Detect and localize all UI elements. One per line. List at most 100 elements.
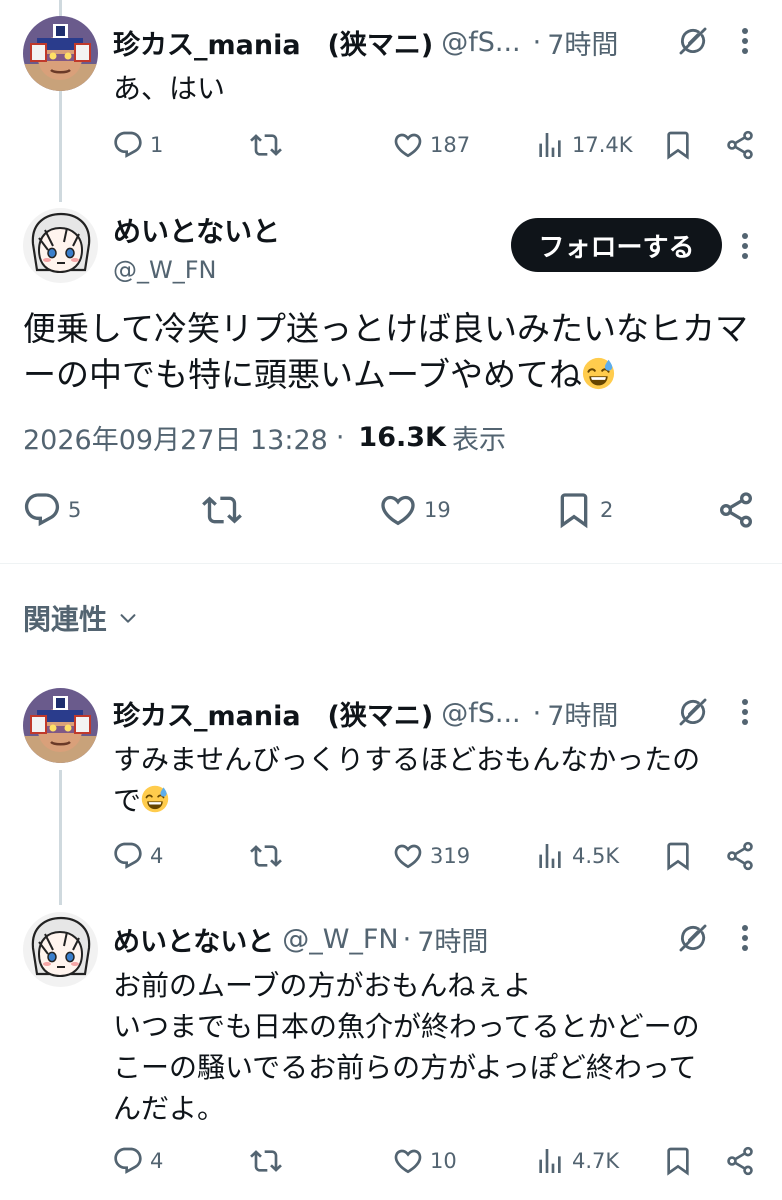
tweet-header: めいとないと @_W_FN · 7時間 [113, 919, 488, 959]
tweet-text-content: 便乗して冷笑リプ送っとけば良いみたいなヒカマーの中でも特に頭悪いムーブやめてね [23, 309, 749, 394]
more-icon[interactable] [738, 231, 752, 261]
action-bar: 4 10 4.7K [112, 1141, 762, 1181]
more-icon[interactable] [738, 923, 752, 953]
action-bar: 1 187 17.4K [112, 125, 762, 165]
bookmark-button[interactable]: 2 [554, 490, 613, 530]
views-label: 表示 [451, 425, 506, 456]
view-count: 16.3K [358, 422, 446, 453]
like-button[interactable]: 10 [392, 1141, 457, 1181]
tweet-meta: 2026年09月27日 13:28 · 16.3K 表示 [23, 418, 506, 457]
heart-icon [392, 129, 424, 161]
reply-icon [112, 129, 144, 161]
bookmark-button[interactable] [662, 1141, 694, 1181]
heart-icon [378, 490, 418, 530]
action-bar: 4 319 4.5K [112, 836, 762, 876]
separator: · [335, 422, 345, 453]
tweet-header: 珍カス_mania (狭マニ) @fS... · 7時間 [113, 22, 618, 62]
divider [0, 563, 782, 564]
grok-icon[interactable] [676, 921, 710, 955]
sweat-smile-emoji [141, 785, 169, 813]
views-button[interactable]: 17.4K [534, 125, 633, 165]
share-button[interactable] [724, 1141, 756, 1181]
avatar[interactable] [23, 688, 98, 763]
share-button[interactable] [724, 125, 756, 165]
share-icon [724, 129, 756, 161]
handle[interactable]: @_W_FN [113, 256, 217, 284]
timestamp[interactable]: 7時間 [547, 23, 618, 62]
bar-chart-icon [534, 129, 566, 161]
display-name[interactable]: めいとないと [113, 210, 280, 250]
reply-count: 4 [150, 1149, 164, 1173]
view-count: 4.5K [572, 844, 620, 868]
separator: · [532, 26, 542, 58]
tweet-header: 珍カス_mania (狭マニ) @fS... · 7時間 [113, 693, 618, 733]
action-bar: 5 19 2 [22, 490, 762, 534]
tweet-text-content: すみませんびっくりするほどおもんなかったの で [113, 743, 701, 817]
grok-icon[interactable] [676, 24, 710, 58]
bookmark-button[interactable] [662, 125, 694, 165]
handle[interactable]: @fS... [441, 698, 520, 729]
tweet-text: 便乗して冷笑リプ送っとけば良いみたいなヒカマーの中でも特に頭悪いムーブやめてね [23, 306, 763, 398]
retweet-button[interactable] [250, 836, 282, 876]
sort-selector[interactable]: 関連性 [23, 598, 139, 638]
views-button[interactable]: 4.5K [534, 836, 619, 876]
reply-count: 4 [150, 844, 164, 868]
grok-icon[interactable] [676, 695, 710, 729]
reply-button[interactable]: 1 [112, 125, 163, 165]
more-icon[interactable] [738, 26, 752, 56]
tweet-text: すみませんびっくりするほどおもんなかったの で [113, 739, 700, 821]
reply-icon [22, 490, 62, 530]
retweet-button[interactable] [202, 490, 242, 530]
bookmark-button[interactable] [662, 836, 694, 876]
avatar[interactable] [23, 16, 98, 91]
display-name[interactable]: 珍カス_mania (狭マニ) [113, 694, 433, 733]
heart-icon [392, 1145, 424, 1177]
avatar[interactable] [23, 208, 98, 283]
bar-chart-icon [534, 1145, 566, 1177]
share-icon [716, 490, 756, 530]
view-count: 4.7K [572, 1149, 620, 1173]
follow-button[interactable]: フォローする [511, 218, 722, 272]
like-button[interactable]: 187 [392, 125, 470, 165]
display-name[interactable]: 珍カス_mania (狭マニ) [113, 23, 433, 62]
heart-icon [392, 840, 424, 872]
share-icon [724, 1145, 756, 1177]
like-count: 187 [430, 133, 471, 157]
retweet-icon [250, 129, 282, 161]
retweet-button[interactable] [250, 1141, 282, 1181]
reply-button[interactable]: 4 [112, 1141, 163, 1181]
thread-line [59, 770, 62, 905]
bookmark-icon [662, 1145, 694, 1177]
sweat-smile-emoji [582, 357, 615, 390]
avatar[interactable] [23, 912, 98, 987]
tweet-text-content: お前のムーブの方がおもんねぇよ いつまでも日本の魚介が終わってるとかどーの こー… [113, 969, 700, 1125]
retweet-button[interactable] [250, 125, 282, 165]
share-icon [724, 840, 756, 872]
bookmark-icon [662, 129, 694, 161]
tweet-text: お前のムーブの方がおもんねぇよ いつまでも日本の魚介が終わってるとかどーの こー… [113, 965, 700, 1129]
bookmark-icon [662, 840, 694, 872]
like-button[interactable]: 19 [378, 490, 451, 530]
reply-icon [112, 840, 144, 872]
share-button[interactable] [724, 836, 756, 876]
timestamp[interactable]: 2026年09月27日 13:28 [23, 418, 328, 457]
reply-button[interactable]: 5 [22, 490, 81, 530]
handle[interactable]: @fS... [441, 27, 520, 58]
view-count: 17.4K [572, 133, 633, 157]
timestamp[interactable]: 7時間 [417, 920, 488, 959]
timestamp[interactable]: 7時間 [547, 694, 618, 733]
share-button[interactable] [716, 490, 756, 530]
like-count: 319 [430, 844, 471, 868]
like-count: 10 [430, 1149, 457, 1173]
tweet-text: あ、はい [113, 68, 225, 109]
display-name[interactable]: めいとないと [113, 920, 274, 959]
handle[interactable]: @_W_FN [282, 924, 398, 955]
bar-chart-icon [534, 840, 566, 872]
more-icon[interactable] [738, 697, 752, 727]
tweet-text-content: あ、はい [113, 72, 226, 105]
views-button[interactable]: 4.7K [534, 1141, 619, 1181]
like-button[interactable]: 319 [392, 836, 470, 876]
bookmark-count: 2 [600, 498, 614, 522]
retweet-icon [250, 1145, 282, 1177]
reply-button[interactable]: 4 [112, 836, 163, 876]
